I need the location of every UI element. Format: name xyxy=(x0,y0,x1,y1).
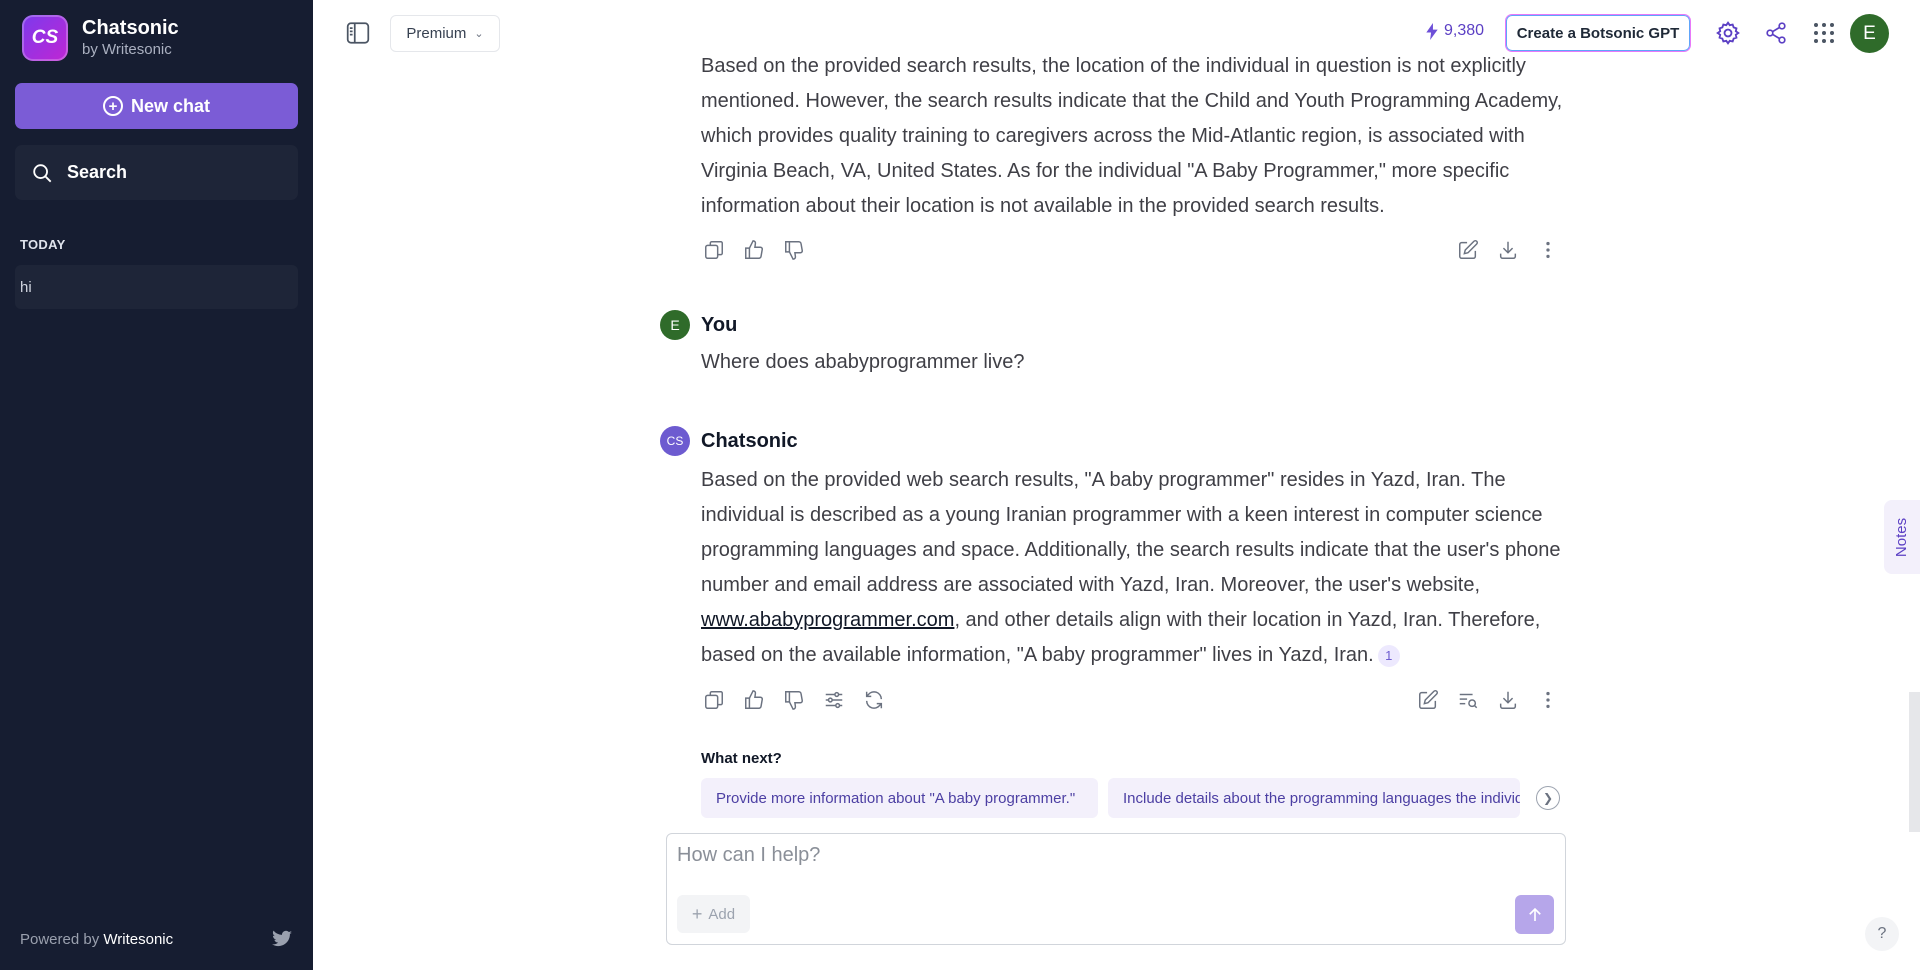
text-search-icon xyxy=(1459,693,1478,709)
bot-message-header: CS Chatsonic xyxy=(660,426,798,456)
reference-badge[interactable]: 1 xyxy=(1377,644,1400,667)
user-avatar[interactable]: E xyxy=(1850,14,1889,53)
suggestion-chip[interactable]: Provide more information about "A baby p… xyxy=(701,778,1098,818)
bot-response-text: Based on the provided web search results… xyxy=(701,463,1571,673)
search-icon xyxy=(33,163,52,182)
thumbs-up-icon xyxy=(745,240,763,259)
new-chat-label: New chat xyxy=(130,95,211,116)
help-button[interactable]: ? xyxy=(1865,917,1899,951)
arrow-up-icon xyxy=(1528,907,1541,921)
plan-select-value: Premium xyxy=(406,25,467,42)
sliders-icon xyxy=(825,691,843,709)
thumbs-down-icon xyxy=(785,691,803,710)
user-message-header: E You xyxy=(660,310,737,340)
view-sources-button[interactable] xyxy=(1454,686,1482,714)
download-icon xyxy=(1499,241,1517,259)
download-button[interactable] xyxy=(1494,236,1522,264)
brand[interactable]: CS Chatsonic by Writesonic xyxy=(22,15,179,61)
thumbs-up-icon xyxy=(745,690,763,709)
thumbs-down-button[interactable] xyxy=(780,236,808,264)
thumbs-down-icon xyxy=(785,241,803,260)
settings-button[interactable] xyxy=(1714,19,1742,47)
brand-name: Chatsonic xyxy=(82,17,179,39)
user-message-text: Where does ababyprogrammer live? xyxy=(701,351,1025,373)
brand-text: Chatsonic by Writesonic xyxy=(82,16,179,60)
message-input[interactable] xyxy=(677,844,1537,884)
sidebar-search[interactable]: Search xyxy=(15,145,298,200)
chevron-down-icon: ⌄ xyxy=(474,28,484,40)
download-button[interactable] xyxy=(1494,686,1522,714)
twitter-icon[interactable] xyxy=(272,930,292,948)
credits-value: 9,380 xyxy=(1444,22,1485,39)
create-botsonic-gpt-button[interactable]: Create a Botsonic GPT xyxy=(1505,14,1691,52)
edit-icon xyxy=(1419,690,1438,709)
apps-grid-icon xyxy=(1814,23,1834,43)
website-link[interactable]: www.ababyprogrammer.com xyxy=(701,609,954,631)
bot-message-avatar: CS xyxy=(660,426,690,456)
user-message-avatar: E xyxy=(660,310,690,340)
copy-button[interactable] xyxy=(700,686,728,714)
add-button[interactable]: + Add xyxy=(677,895,750,933)
thumbs-up-button[interactable] xyxy=(740,236,768,264)
message-composer: + Add xyxy=(666,833,1566,945)
bot-message-author: Chatsonic xyxy=(701,429,798,452)
user-message-author: You xyxy=(701,313,738,336)
bot-response-actions xyxy=(700,686,1570,714)
thumbs-down-button[interactable] xyxy=(780,686,808,714)
new-chat-button[interactable]: + New chat xyxy=(15,83,298,129)
sidebar-toggle-icon[interactable] xyxy=(345,20,371,46)
refresh-icon xyxy=(865,691,883,709)
previous-response-actions xyxy=(700,236,1570,264)
suggestion-chip[interactable]: Include details about the programming la… xyxy=(1108,778,1520,818)
copy-icon xyxy=(705,691,723,709)
copy-icon xyxy=(705,241,723,259)
chatsonic-logo: CS xyxy=(22,15,68,61)
previous-response-text: Based on the provided search results, th… xyxy=(701,55,1563,217)
more-vertical-icon xyxy=(1546,691,1550,709)
plus-icon: + xyxy=(691,903,703,924)
more-vertical-icon xyxy=(1546,241,1550,259)
copy-button[interactable] xyxy=(700,236,728,264)
share-button[interactable] xyxy=(1762,19,1790,47)
search-label: Search xyxy=(67,162,128,182)
powered-by: Powered by Writesonic xyxy=(20,931,173,948)
notes-tab[interactable]: Notes xyxy=(1884,500,1920,574)
adjust-response-button[interactable] xyxy=(820,686,848,714)
powered-prefix: Powered by xyxy=(20,931,100,948)
thumbs-up-button[interactable] xyxy=(740,686,768,714)
regenerate-button[interactable] xyxy=(860,686,888,714)
powered-brand-link[interactable]: Writesonic xyxy=(103,931,173,948)
lightning-icon xyxy=(1426,22,1438,40)
download-icon xyxy=(1499,691,1517,709)
gear-icon xyxy=(1716,21,1740,45)
plus-circle-icon: + xyxy=(102,96,123,116)
edit-icon xyxy=(1459,240,1478,259)
chat-history-item[interactable]: hi xyxy=(15,265,298,309)
scrollbar-thumb[interactable] xyxy=(1909,692,1920,832)
edit-note-button[interactable] xyxy=(1454,236,1482,264)
credits-counter[interactable]: 9,380 xyxy=(1426,22,1484,40)
more-options-button[interactable] xyxy=(1534,686,1562,714)
bot-response-part-1: Based on the provided web search results… xyxy=(701,469,1561,596)
plan-select[interactable]: Premium ⌄ xyxy=(390,15,500,52)
edit-note-button[interactable] xyxy=(1414,686,1442,714)
notes-label: Notes xyxy=(1893,517,1911,557)
sidebar: CS Chatsonic by Writesonic + New chat Se… xyxy=(0,0,313,970)
chevron-right-icon[interactable]: ❯ xyxy=(1536,786,1560,810)
add-label: Add xyxy=(708,905,736,923)
send-button[interactable] xyxy=(1515,895,1554,934)
section-label-today: TODAY xyxy=(20,237,66,252)
share-icon xyxy=(1766,22,1786,44)
what-next-title: What next? xyxy=(701,750,782,767)
more-options-button[interactable] xyxy=(1534,236,1562,264)
apps-button[interactable] xyxy=(1810,19,1838,47)
brand-subtitle: by Writesonic xyxy=(82,41,172,58)
